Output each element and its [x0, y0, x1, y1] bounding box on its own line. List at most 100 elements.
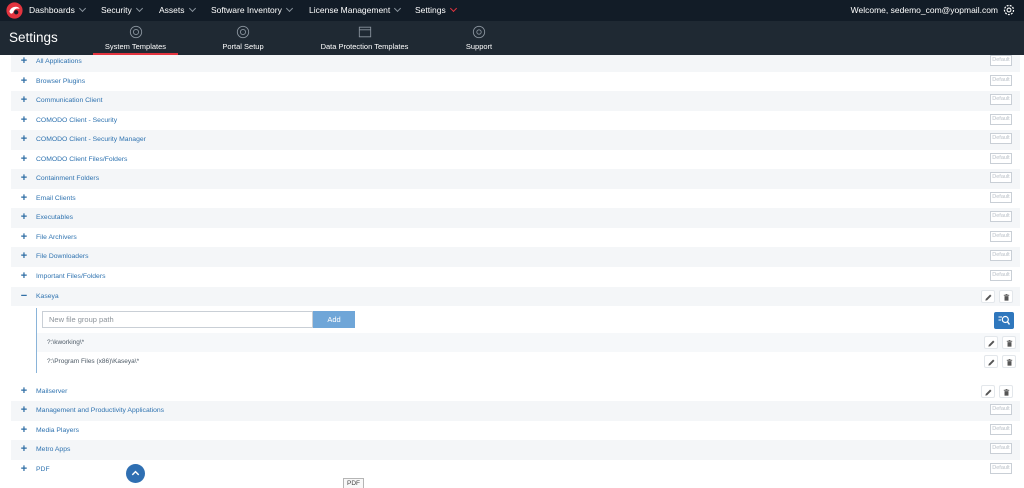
list-item[interactable]: + Browser Plugins Default: [11, 72, 1020, 92]
add-button[interactable]: Add: [313, 311, 355, 328]
default-button[interactable]: Default: [990, 113, 1012, 125]
chevron-down-icon: [188, 4, 196, 13]
edit-button[interactable]: [981, 289, 995, 303]
default-button[interactable]: Default: [990, 423, 1012, 435]
delete-button[interactable]: [999, 384, 1013, 398]
path-row[interactable]: ?:\Program Files (x86)\Kaseya\*: [37, 352, 1020, 371]
nav-settings-label: Settings: [415, 5, 446, 15]
group-name: File Downloaders: [36, 253, 89, 260]
list-item[interactable]: + Management and Productivity Applicatio…: [11, 401, 1020, 421]
list-item[interactable]: + File Archivers Default: [11, 228, 1020, 248]
list-item[interactable]: + Important Files/Folders Default: [11, 267, 1020, 287]
tab-portal-setup[interactable]: Portal Setup: [208, 21, 278, 55]
tab-support[interactable]: Support: [455, 21, 503, 55]
default-button[interactable]: Default: [990, 74, 1012, 86]
default-button[interactable]: Default: [990, 443, 1012, 454]
default-button[interactable]: Default: [990, 211, 1012, 222]
nav-license-management[interactable]: License Management: [309, 0, 402, 21]
list-item[interactable]: + All Applications Default: [11, 55, 1020, 72]
group-name: Browser Plugins: [36, 77, 86, 85]
expand-plus-icon[interactable]: +: [19, 250, 29, 262]
list-item[interactable]: + Containment Folders Default: [11, 169, 1020, 189]
tab-label: Data Protection Templates: [320, 42, 409, 51]
file-groups-list: + All Applications Default + Browser Plu…: [11, 55, 1020, 488]
nav-security-label: Security: [101, 5, 132, 15]
expand-plus-icon[interactable]: +: [19, 94, 29, 106]
delete-button[interactable]: [999, 289, 1013, 303]
default-button[interactable]: Default: [990, 404, 1012, 415]
chevron-down-icon: [78, 4, 86, 13]
default-button[interactable]: Default: [990, 133, 1012, 144]
expand-plus-icon[interactable]: +: [19, 133, 29, 145]
edit-button[interactable]: [981, 384, 995, 398]
list-item[interactable]: + Media Players Default: [11, 421, 1020, 441]
expand-plus-icon[interactable]: +: [19, 114, 29, 126]
group-name: File Archivers: [36, 233, 77, 241]
file-group-path-input[interactable]: [42, 311, 313, 328]
search-paths-button[interactable]: [994, 312, 1014, 329]
expand-plus-icon[interactable]: +: [19, 443, 29, 455]
list-item[interactable]: + COMODO Client - Security Manager Defau…: [11, 130, 1020, 150]
list-item[interactable]: + Metro Apps Default: [11, 440, 1020, 460]
expand-plus-icon[interactable]: +: [19, 424, 29, 436]
default-button[interactable]: Default: [990, 94, 1012, 105]
default-button[interactable]: Default: [990, 250, 1012, 261]
expand-plus-icon[interactable]: +: [19, 211, 29, 223]
collapse-minus-icon[interactable]: −: [19, 290, 29, 302]
path-row[interactable]: ?:\kworking\*: [37, 333, 1020, 352]
list-item[interactable]: + COMODO Client - Security Default: [11, 111, 1020, 131]
edit-button[interactable]: [984, 355, 998, 368]
expand-plus-icon[interactable]: +: [19, 75, 29, 87]
list-item[interactable]: + Email Clients Default: [11, 189, 1020, 209]
pencil-icon: [985, 389, 992, 396]
default-button[interactable]: Default: [990, 191, 1012, 203]
expand-plus-icon[interactable]: +: [19, 192, 29, 204]
group-name: Containment Folders: [36, 175, 100, 182]
expand-plus-icon[interactable]: +: [19, 153, 29, 165]
expand-plus-icon[interactable]: +: [19, 172, 29, 184]
edit-button[interactable]: [984, 336, 998, 349]
chevron-up-icon: [131, 470, 140, 476]
list-item-kaseya[interactable]: − Kaseya: [11, 286, 1020, 306]
group-name: Media Players: [36, 426, 80, 434]
tab-system-templates[interactable]: System Templates: [93, 21, 178, 55]
pencil-icon: [988, 340, 995, 347]
default-button[interactable]: Default: [990, 462, 1012, 474]
delete-button[interactable]: [1002, 355, 1016, 368]
nav-settings[interactable]: Settings: [415, 0, 457, 21]
nav-assets[interactable]: Assets: [159, 0, 196, 21]
default-button[interactable]: Default: [990, 172, 1012, 183]
expand-plus-icon[interactable]: +: [19, 55, 29, 67]
list-item[interactable]: + Executables Default: [11, 208, 1020, 228]
default-button[interactable]: Default: [990, 230, 1012, 242]
nav-security[interactable]: Security: [101, 0, 143, 21]
list-item[interactable]: + PDF Default: [11, 460, 1020, 480]
list-item-mailserver[interactable]: + Mailserver: [11, 382, 1020, 402]
expand-plus-icon[interactable]: +: [19, 404, 29, 416]
list-item[interactable]: + Communication Client Default: [11, 91, 1020, 111]
scroll-to-top-button[interactable]: [126, 464, 145, 483]
path-text: ?:\Program Files (x86)\Kaseya\*: [47, 358, 140, 365]
expand-plus-icon[interactable]: +: [19, 385, 29, 397]
tab-data-protection-templates[interactable]: Data Protection Templates: [312, 21, 417, 55]
delete-button[interactable]: [1002, 336, 1016, 349]
expand-plus-icon[interactable]: +: [19, 270, 29, 282]
expand-plus-icon[interactable]: +: [19, 231, 29, 243]
nav-dashboards-label: Dashboards: [29, 5, 75, 15]
comodo-logo-icon[interactable]: [6, 2, 23, 19]
list-item[interactable]: + File Downloaders Default: [11, 247, 1020, 267]
group-name: Executables: [36, 214, 74, 221]
default-button[interactable]: Default: [990, 269, 1012, 281]
page-title: Settings: [9, 30, 58, 45]
default-button[interactable]: Default: [990, 152, 1012, 164]
nav-software-inventory[interactable]: Software Inventory: [211, 0, 293, 21]
list-item[interactable]: + COMODO Client Files/Folders Default: [11, 150, 1020, 170]
nav-dashboards[interactable]: Dashboards: [29, 0, 86, 21]
trash-icon: [1006, 359, 1013, 366]
gear-icon: [236, 25, 250, 39]
expand-plus-icon[interactable]: +: [19, 463, 29, 475]
trash-icon: [1003, 293, 1010, 301]
welcome-user-text[interactable]: Welcome, sedemo_com@yopmail.com: [851, 0, 998, 21]
default-button[interactable]: Default: [990, 55, 1012, 66]
gear-icon[interactable]: [1002, 3, 1016, 17]
